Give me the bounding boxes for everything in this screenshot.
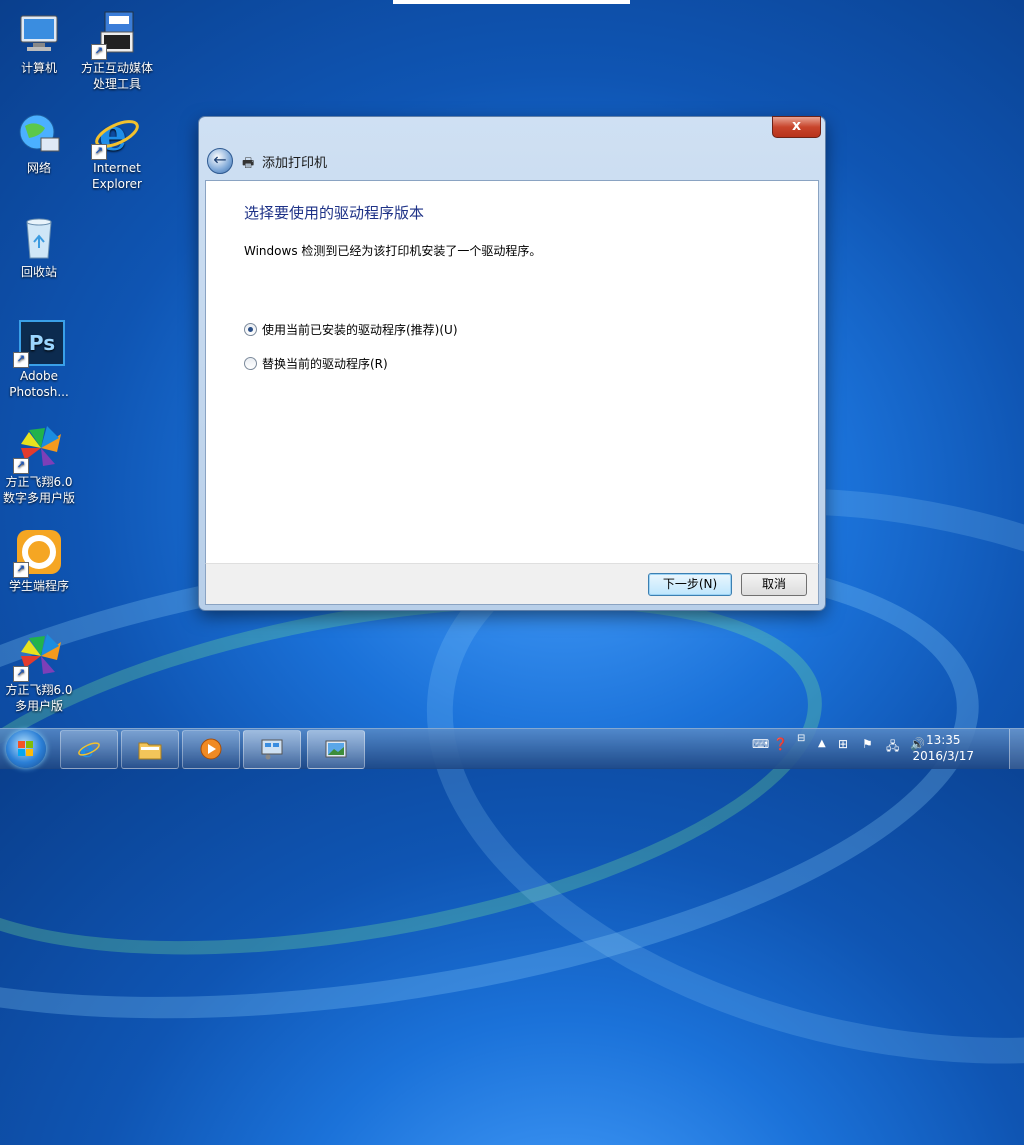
icon-label: 学生端程序 bbox=[8, 579, 69, 593]
icon-label: Internet bbox=[93, 161, 141, 175]
next-button[interactable]: 下一步(N) bbox=[648, 573, 732, 596]
taskbar-internet-explorer[interactable]: e bbox=[60, 730, 118, 769]
desktop-icon-founder-media[interactable]: ↗ 方正互动媒体 处理工具 bbox=[78, 10, 156, 92]
cancel-button[interactable]: 取消 bbox=[741, 573, 807, 596]
student-client-icon: ↗ bbox=[13, 528, 63, 578]
close-button[interactable]: x bbox=[772, 116, 821, 138]
radio-unselected-icon[interactable] bbox=[244, 357, 257, 370]
page-heading: 选择要使用的驱动程序版本 bbox=[244, 204, 425, 222]
desktop-icon-founder-feixiang-digital[interactable]: ↗ 方正飞翔6.0 数字多用户版 bbox=[0, 424, 78, 506]
shortcut-arrow-icon: ↗ bbox=[91, 144, 107, 160]
back-arrow-icon: ← bbox=[213, 150, 227, 169]
dialog-title: 添加打印机 bbox=[262, 156, 328, 171]
internet-explorer-icon: e bbox=[78, 738, 100, 760]
icon-label: 计算机 bbox=[20, 61, 57, 75]
system-clock[interactable]: 13:35 2016/3/17 bbox=[912, 732, 974, 764]
icon-label: 数字多用户版 bbox=[2, 491, 75, 505]
founder-feixiang-icon: ↗ bbox=[13, 632, 63, 682]
windows-flag-tray-icon[interactable]: ⊞ bbox=[838, 737, 848, 751]
printer-icon: 🖶 bbox=[242, 156, 255, 171]
desktop-icon-network[interactable]: 网络 bbox=[0, 110, 78, 176]
radio-label: 替换当前的驱动程序(R) bbox=[262, 357, 388, 371]
top-edge-window bbox=[393, 0, 630, 4]
radio-selected-icon[interactable] bbox=[244, 323, 257, 336]
windows-logo-icon bbox=[18, 741, 34, 757]
dialog-footer: 下一步(N) 取消 bbox=[205, 563, 819, 605]
taskbar-image-window[interactable] bbox=[307, 730, 365, 769]
keyboard-icon[interactable]: ⌨ bbox=[752, 737, 769, 751]
devices-printers-icon bbox=[261, 739, 283, 760]
start-button[interactable] bbox=[6, 730, 46, 768]
network-status-icon[interactable]: 🖧 bbox=[886, 737, 899, 758]
network-globe-icon bbox=[15, 110, 63, 158]
action-center-icon[interactable]: ⚑ bbox=[862, 737, 873, 751]
page-description: Windows 检测到已经为该打印机安装了一个驱动程序。 bbox=[244, 244, 542, 258]
shortcut-arrow-icon: ↗ bbox=[13, 458, 29, 474]
clock-time: 13:35 bbox=[925, 733, 961, 747]
desktop-icon-student-client[interactable]: ↗ 学生端程序 bbox=[0, 528, 78, 594]
taskbar: e ⌨ ❓ ⊟ ▲ ⊞ ⚑ 🖧 🔊 13:35 2016/3/17 bbox=[0, 728, 1024, 769]
icon-label: 方正飞翔6.0 bbox=[5, 475, 73, 489]
shortcut-arrow-icon: ↗ bbox=[13, 666, 29, 682]
icon-label: Adobe bbox=[20, 369, 58, 383]
desktop-icon-internet-explorer[interactable]: e ↗ Internet Explorer bbox=[78, 110, 156, 192]
icon-label: 处理工具 bbox=[92, 77, 141, 91]
shortcut-arrow-icon: ↗ bbox=[13, 352, 29, 368]
recycle-bin-icon bbox=[15, 214, 63, 262]
media-player-icon bbox=[200, 738, 222, 760]
add-printer-dialog: x ← 🖶 添加打印机 选择要使用的驱动程序版本 Windows 检测到已经为该… bbox=[199, 116, 825, 610]
icon-label: 网络 bbox=[26, 161, 51, 175]
taskbar-media-player[interactable] bbox=[182, 730, 240, 769]
icon-label: 多用户版 bbox=[14, 699, 63, 713]
icon-label: 方正飞翔6.0 bbox=[5, 683, 73, 697]
desktop-icon-computer[interactable]: 计算机 bbox=[0, 10, 78, 76]
help-icon[interactable]: ❓ bbox=[773, 737, 788, 751]
taskbar-devices-printers[interactable] bbox=[243, 730, 301, 769]
desktop-icon-recycle-bin[interactable]: 回收站 bbox=[0, 214, 78, 280]
icon-label: Explorer bbox=[92, 177, 142, 191]
show-desktop-button[interactable] bbox=[1009, 729, 1024, 769]
show-hidden-icons-icon[interactable]: ▲ bbox=[818, 738, 826, 749]
shortcut-arrow-icon: ↗ bbox=[91, 44, 107, 60]
desktop-icon-photoshop[interactable]: Ps ↗ Adobe Photosh... bbox=[0, 318, 78, 400]
computer-icon bbox=[15, 10, 63, 58]
media-tool-icon: ↗ bbox=[91, 10, 141, 60]
picture-viewer-icon bbox=[325, 740, 347, 758]
back-button[interactable]: ← bbox=[207, 148, 233, 174]
internet-explorer-icon: e ↗ bbox=[91, 110, 141, 161]
icon-label: Photosh... bbox=[9, 385, 69, 399]
radio-replace-driver[interactable]: 替换当前的驱动程序(R) bbox=[244, 355, 388, 372]
founder-feixiang-icon: ↗ bbox=[13, 424, 63, 474]
shortcut-arrow-icon: ↗ bbox=[13, 562, 29, 578]
icon-label: 回收站 bbox=[20, 265, 57, 279]
desktop-icon-founder-feixiang-multi[interactable]: ↗ 方正飞翔6.0 多用户版 bbox=[0, 632, 78, 714]
language-bar-icon[interactable]: ⊟ bbox=[797, 733, 805, 744]
radio-use-current-driver[interactable]: 使用当前已安装的驱动程序(推荐)(U) bbox=[244, 321, 458, 338]
dialog-content: 选择要使用的驱动程序版本 Windows 检测到已经为该打印机安装了一个驱动程序… bbox=[205, 180, 819, 564]
folder-icon bbox=[138, 742, 162, 760]
close-icon: x bbox=[791, 118, 802, 134]
icon-label: 方正互动媒体 bbox=[80, 61, 153, 75]
taskbar-file-explorer[interactable] bbox=[121, 730, 179, 769]
photoshop-icon: Ps ↗ bbox=[13, 318, 65, 368]
radio-label: 使用当前已安装的驱动程序(推荐)(U) bbox=[262, 323, 458, 337]
clock-date: 2016/3/17 bbox=[912, 749, 974, 763]
